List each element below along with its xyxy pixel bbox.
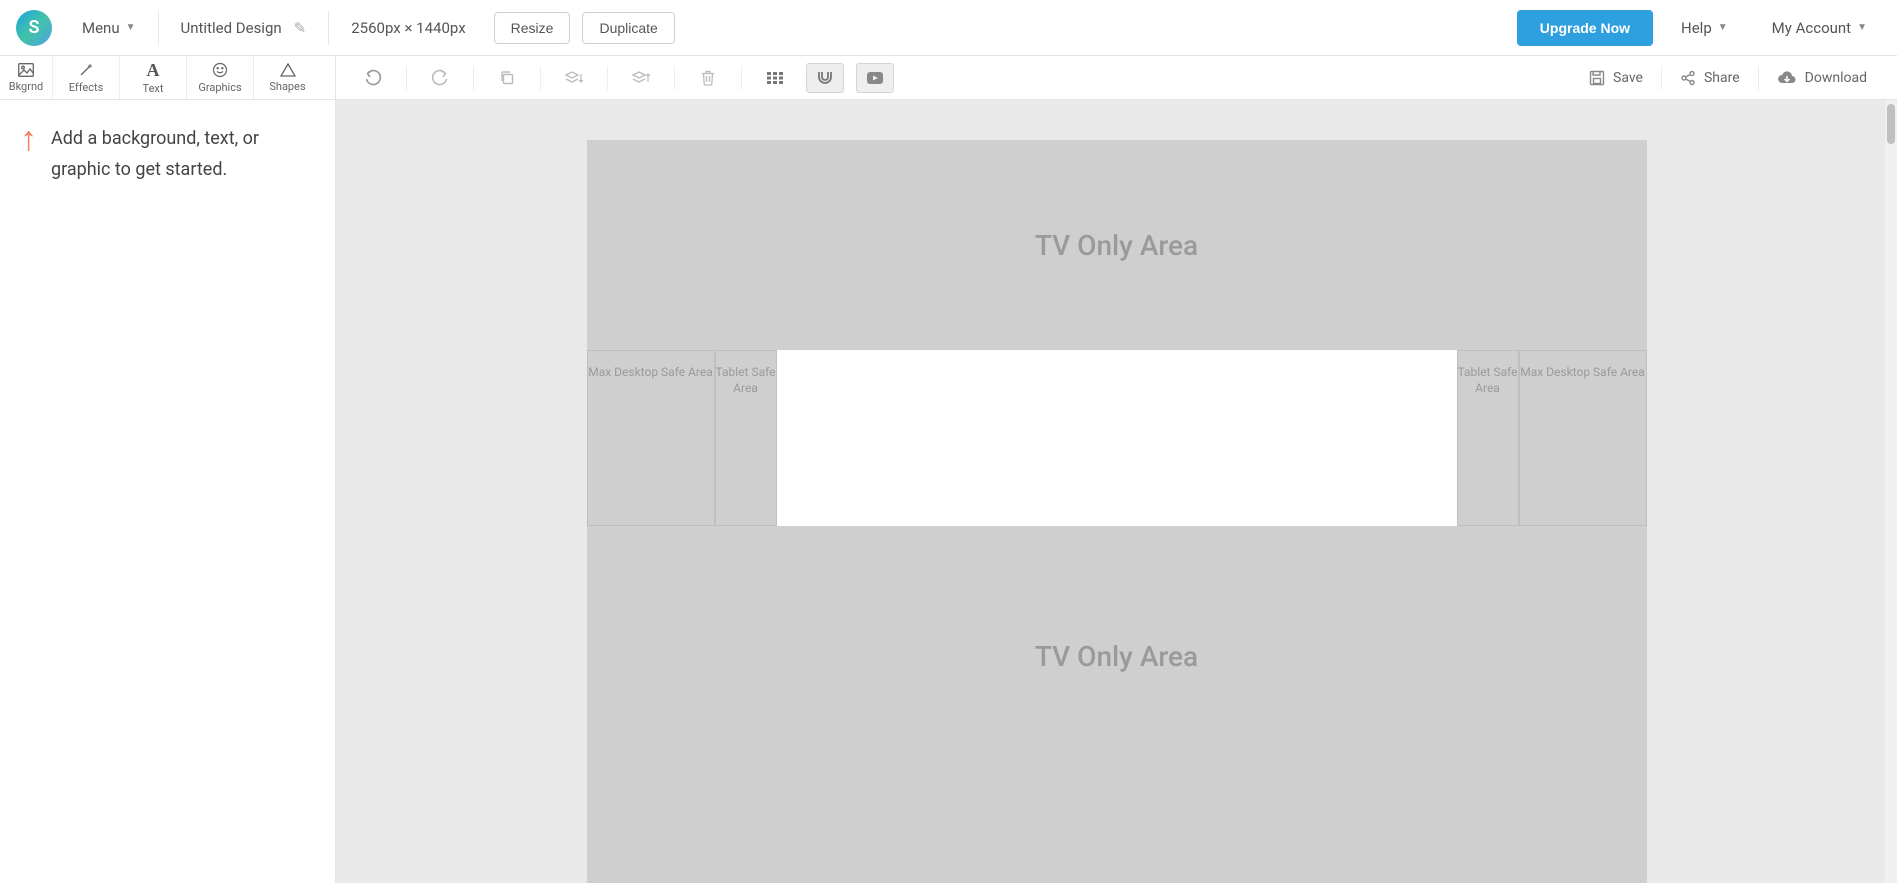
scrollbar-thumb[interactable] xyxy=(1887,104,1895,144)
separator xyxy=(607,66,608,90)
tab-label: Text xyxy=(143,82,164,95)
side-panel: ↑ Add a background, text, or graphic to … xyxy=(0,100,336,883)
duplicate-button[interactable]: Duplicate xyxy=(582,12,674,44)
redo-button[interactable] xyxy=(421,63,459,93)
menu-label: Menu xyxy=(82,19,120,37)
tab-label: Graphics xyxy=(198,81,241,94)
right-actions: Save Share Download xyxy=(1571,63,1885,93)
save-label: Save xyxy=(1613,70,1643,86)
tool-row: Bkgrnd Effects A Text Graphics Shapes xyxy=(0,56,1897,100)
tab-label: Bkgrnd xyxy=(9,80,44,93)
text-icon: A xyxy=(147,61,160,79)
logo-letter: S xyxy=(29,17,40,38)
cloud-download-icon xyxy=(1777,70,1797,85)
share-button[interactable]: Share xyxy=(1662,63,1758,93)
copy-button[interactable] xyxy=(488,63,526,93)
save-button[interactable]: Save xyxy=(1571,63,1661,93)
tv-only-area-bottom: TV Only Area xyxy=(587,526,1647,786)
vertical-scrollbar[interactable] xyxy=(1885,100,1897,883)
safe-label: Max Desktop Safe Area xyxy=(588,365,713,381)
menu-dropdown[interactable]: Menu ▼ xyxy=(60,8,158,48)
download-label: Download xyxy=(1805,70,1867,86)
snap-toggle[interactable] xyxy=(806,63,844,93)
layer-up-button[interactable] xyxy=(622,63,660,93)
separator xyxy=(540,66,541,90)
caret-down-icon: ▼ xyxy=(126,22,136,33)
tab-background[interactable]: Bkgrnd xyxy=(0,56,53,99)
canvas-viewport[interactable]: TV Only Area Max Desktop Safe Area Table… xyxy=(336,100,1897,883)
account-label: My Account xyxy=(1772,19,1851,37)
tv-only-label: TV Only Area xyxy=(1035,229,1198,262)
resize-button[interactable]: Resize xyxy=(494,12,571,44)
help-label: Help xyxy=(1681,19,1712,37)
safe-label: Tablet Safe Area xyxy=(1458,365,1518,396)
tab-text[interactable]: A Text xyxy=(120,56,187,99)
layer-down-button[interactable] xyxy=(555,63,593,93)
share-label: Share xyxy=(1704,70,1740,86)
separator xyxy=(473,66,474,90)
hint-text: Add a background, text, or graphic to ge… xyxy=(51,124,315,859)
safe-label: Max Desktop Safe Area xyxy=(1520,365,1645,381)
smiley-icon xyxy=(212,62,228,78)
triangle-icon xyxy=(280,63,296,77)
action-bar: Save Share Download xyxy=(336,56,1897,99)
top-bar: S Menu ▼ Untitled Design ✎ 2560px × 1440p… xyxy=(0,0,1897,56)
safe-area-row: Max Desktop Safe Area Tablet Safe Area T… xyxy=(587,350,1647,526)
image-icon xyxy=(18,63,34,77)
design-title: Untitled Design xyxy=(181,19,282,37)
max-desktop-safe-left: Max Desktop Safe Area xyxy=(587,350,715,526)
delete-button[interactable] xyxy=(689,63,727,93)
main-area: ↑ Add a background, text, or graphic to … xyxy=(0,100,1897,883)
tab-effects[interactable]: Effects xyxy=(53,56,120,99)
tab-graphics[interactable]: Graphics xyxy=(187,56,254,99)
help-dropdown[interactable]: Help ▼ xyxy=(1659,8,1750,48)
save-icon xyxy=(1589,70,1605,86)
dimensions-group: 2560px × 1440px xyxy=(329,8,487,48)
tab-shapes[interactable]: Shapes xyxy=(254,56,321,99)
artboard[interactable]: TV Only Area Max Desktop Safe Area Table… xyxy=(587,140,1647,883)
tv-only-label: TV Only Area xyxy=(1035,640,1198,673)
arrow-up-icon: ↑ xyxy=(20,122,37,859)
tab-label: Effects xyxy=(69,81,104,94)
tv-only-area-top: TV Only Area xyxy=(587,140,1647,350)
separator xyxy=(674,66,675,90)
tablet-safe-left: Tablet Safe Area xyxy=(715,350,777,526)
wand-icon xyxy=(78,62,94,78)
youtube-overlay-toggle[interactable] xyxy=(856,63,894,93)
max-desktop-safe-right: Max Desktop Safe Area xyxy=(1519,350,1647,526)
safe-label: Tablet Safe Area xyxy=(716,365,776,396)
account-dropdown[interactable]: My Account ▼ xyxy=(1750,8,1889,48)
dimensions-text: 2560px × 1440px xyxy=(351,19,465,37)
tab-label: Shapes xyxy=(269,80,305,93)
separator xyxy=(741,66,742,90)
share-icon xyxy=(1680,70,1696,86)
app-logo[interactable]: S xyxy=(16,10,52,46)
download-button[interactable]: Download xyxy=(1759,63,1885,93)
caret-down-icon: ▼ xyxy=(1857,22,1867,33)
design-title-group[interactable]: Untitled Design ✎ xyxy=(159,8,329,48)
undo-button[interactable] xyxy=(354,63,392,93)
tablet-safe-right: Tablet Safe Area xyxy=(1457,350,1519,526)
left-tool-tabs: Bkgrnd Effects A Text Graphics Shapes xyxy=(0,56,336,99)
upgrade-button[interactable]: Upgrade Now xyxy=(1517,10,1653,46)
caret-down-icon: ▼ xyxy=(1718,22,1728,33)
pencil-icon: ✎ xyxy=(294,19,307,37)
separator xyxy=(406,66,407,90)
content-safe-area[interactable] xyxy=(777,350,1457,526)
grid-button[interactable] xyxy=(756,63,794,93)
